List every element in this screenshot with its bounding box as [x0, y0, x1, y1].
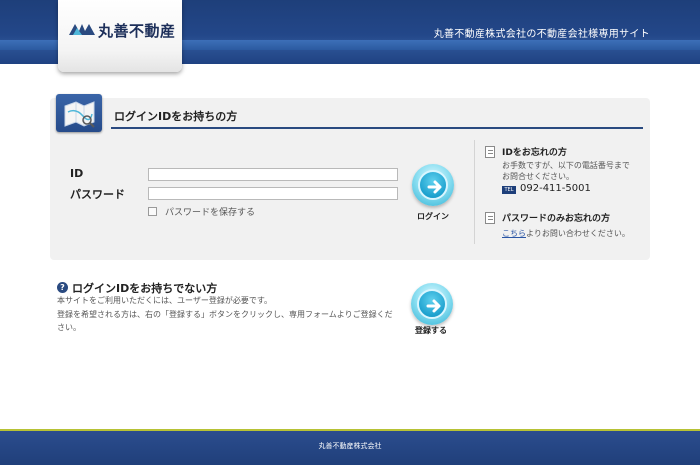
footer-company: 丸善不動産株式会社 — [318, 442, 382, 450]
forgot-id-title: IDをお忘れの方 — [502, 148, 567, 158]
title-underline — [111, 127, 643, 129]
remember-password-checkbox[interactable] — [148, 207, 157, 216]
password-label: パスワード — [70, 188, 125, 201]
register-text-2: 登録を希望される方は、右の「登録する」ボタンをクリックし、専用フォームよりご登録… — [57, 310, 393, 319]
forgot-password-title: パスワードのみお忘れの方 — [502, 214, 611, 224]
tel-badge: TEL — [502, 186, 516, 194]
password-input[interactable] — [148, 187, 398, 200]
question-icon: ? — [57, 282, 68, 293]
forgot-id-text-2: お問合せください。 — [502, 172, 574, 181]
register-title: ログインIDをお持ちでない方 — [72, 282, 218, 295]
site-footer: 丸善不動産株式会社 — [0, 431, 700, 465]
register-button-label: 登録する — [415, 326, 447, 335]
remember-password-label: パスワードを保存する — [165, 208, 256, 218]
register-text-1: 本サイトをご利用いただくには、ユーザー登録が必要です。 — [57, 296, 273, 305]
panel-divider — [474, 140, 475, 244]
header-tagline: 丸善不動産株式会社の不動産会社様専用サイト — [433, 29, 650, 40]
logo-text: 丸善不動産 — [98, 22, 176, 40]
register-button[interactable] — [411, 283, 453, 325]
login-button-label: ログイン — [417, 212, 449, 221]
map-icon — [56, 94, 102, 132]
id-label: ID — [70, 167, 84, 180]
login-button[interactable] — [412, 164, 454, 206]
document-icon — [485, 212, 495, 224]
forgot-password-suffix: よりお問い合わせください。 — [526, 229, 630, 238]
forgot-password-link[interactable]: こちら — [502, 229, 526, 238]
id-input[interactable] — [148, 168, 398, 181]
forgot-id-text-1: お手数ですが、以下の電話番号まで — [502, 161, 630, 170]
login-title: ログインIDをお持ちの方 — [114, 110, 238, 123]
arrow-right-icon — [427, 180, 442, 194]
tel-number: 092-411-5001 — [520, 183, 591, 194]
register-text-3: さい。 — [57, 323, 81, 332]
arrow-right-icon — [426, 299, 441, 313]
logo-mark-icon — [69, 24, 95, 35]
document-icon — [485, 146, 495, 158]
site-logo[interactable]: 丸善不動産 — [58, 0, 182, 72]
forgot-password-text: こちらよりお問い合わせください。 — [502, 228, 642, 239]
